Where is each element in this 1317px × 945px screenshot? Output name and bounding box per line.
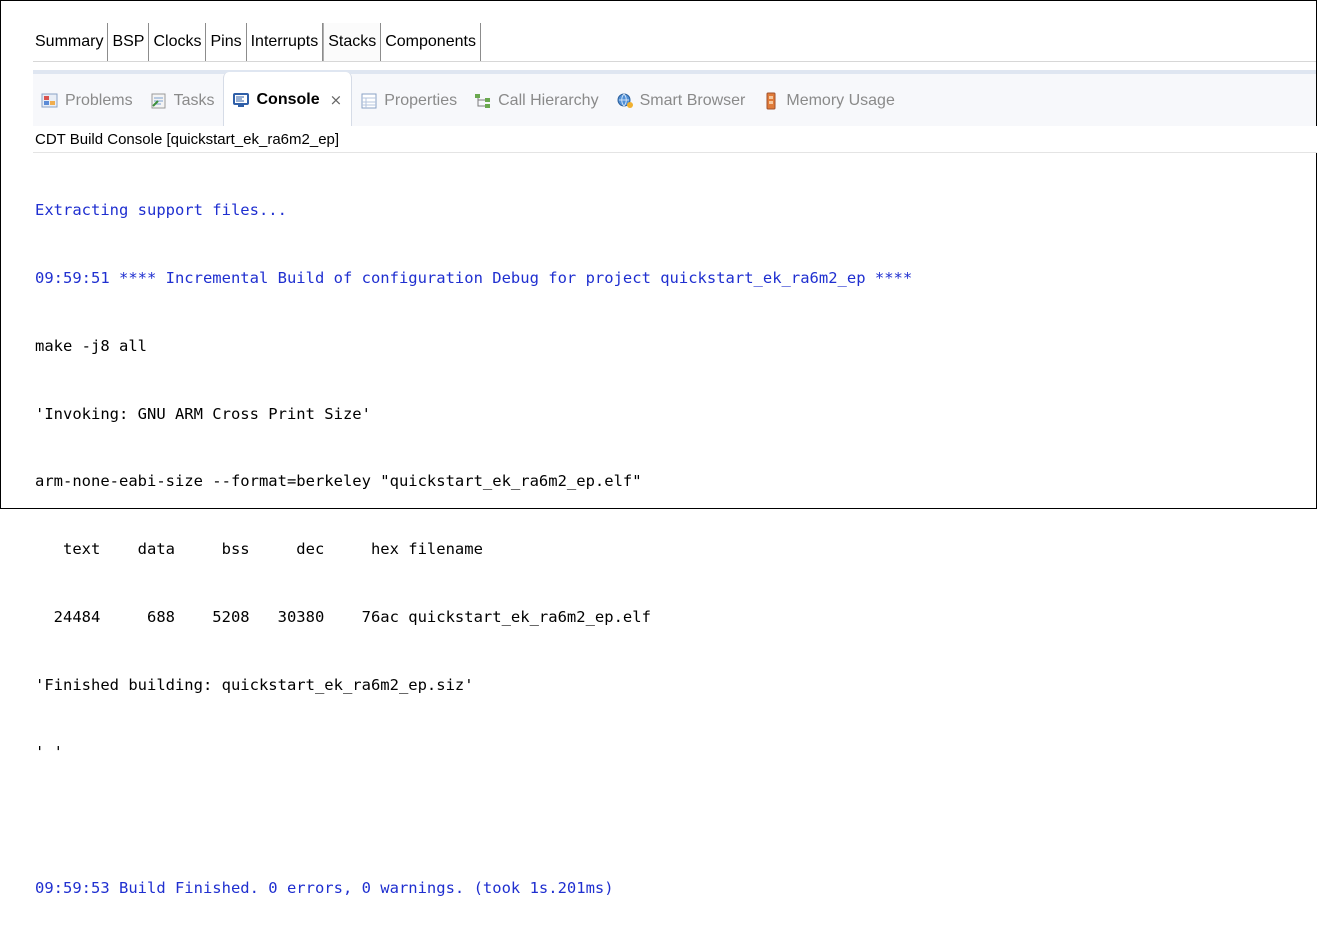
console-output[interactable]: Extracting support files... 09:59:51 ***… [35, 154, 1313, 897]
tab-label: Smart Browser [639, 92, 746, 109]
tab-properties[interactable]: Properties [352, 74, 466, 128]
tab-console[interactable]: Console ⨯ [223, 72, 353, 128]
tab-label: Problems [65, 92, 133, 109]
tab-label: Console [256, 91, 320, 108]
configuration-tab-bar: Summary BSP Clocks Pins Interrupts Stack… [33, 23, 481, 61]
console-line: arm-none-eabi-size --format=berkeley "qu… [35, 472, 642, 491]
console-line: text data bss dec hex filename [35, 540, 483, 559]
tab-tasks[interactable]: Tasks [142, 74, 224, 128]
console-line: 09:59:51 **** Incremental Build of confi… [35, 268, 913, 287]
tab-label: BSP [112, 33, 145, 50]
console-line: ' ' [35, 743, 63, 762]
view-tab-bar: Problems Tasks Console ⨯ Properties Call… [33, 70, 1316, 128]
tab-smart-browser[interactable]: Smart Browser [608, 74, 755, 128]
memory-usage-icon [762, 92, 780, 110]
tab-label: Pins [210, 33, 242, 50]
tab-label: Clocks [153, 33, 202, 50]
divider [33, 61, 1316, 62]
problems-icon [41, 92, 59, 110]
call-hierarchy-icon [474, 92, 492, 110]
tab-components[interactable]: Components [381, 23, 481, 61]
console-line: Extracting support files... [35, 201, 287, 220]
console-line: 'Invoking: GNU ARM Cross Print Size' [35, 404, 371, 423]
tab-memory-usage[interactable]: Memory Usage [754, 74, 903, 128]
console-line: 24484 688 5208 30380 76ac quickstart_ek_… [35, 607, 651, 626]
tab-pins[interactable]: Pins [206, 23, 247, 61]
tab-call-hierarchy[interactable]: Call Hierarchy [466, 74, 607, 128]
console-icon [232, 91, 250, 109]
console-line: make -j8 all [35, 336, 147, 355]
close-icon[interactable]: ⨯ [330, 91, 343, 109]
tab-stacks[interactable]: Stacks [323, 23, 382, 61]
console-title: CDT Build Console [quickstart_ek_ra6m2_e… [33, 126, 1317, 153]
ide-panel: Summary BSP Clocks Pins Interrupts Stack… [0, 0, 1317, 897]
tab-label: Summary [35, 33, 104, 50]
console-line: 'Finished building: quickstart_ek_ra6m2_… [35, 675, 474, 694]
properties-icon [360, 92, 378, 110]
console-line: 09:59:53 Build Finished. 0 errors, 0 war… [35, 879, 614, 897]
tab-label: Interrupts [250, 33, 319, 50]
tab-label: Tasks [173, 92, 215, 109]
tab-label: Components [385, 33, 476, 50]
tab-summary[interactable]: Summary [33, 23, 109, 61]
tab-interrupts[interactable]: Interrupts [246, 23, 324, 61]
smart-browser-icon [616, 92, 634, 110]
tab-label: Properties [384, 92, 458, 109]
tasks-icon [150, 92, 168, 110]
tab-label: Stacks [328, 33, 377, 50]
console-title-text: CDT Build Console [quickstart_ek_ra6m2_e… [35, 130, 340, 148]
tab-problems[interactable]: Problems [33, 74, 142, 128]
tab-label: Call Hierarchy [498, 92, 599, 109]
tab-clocks[interactable]: Clocks [149, 23, 207, 61]
tab-label: Memory Usage [786, 92, 895, 109]
tab-bsp[interactable]: BSP [108, 23, 150, 61]
